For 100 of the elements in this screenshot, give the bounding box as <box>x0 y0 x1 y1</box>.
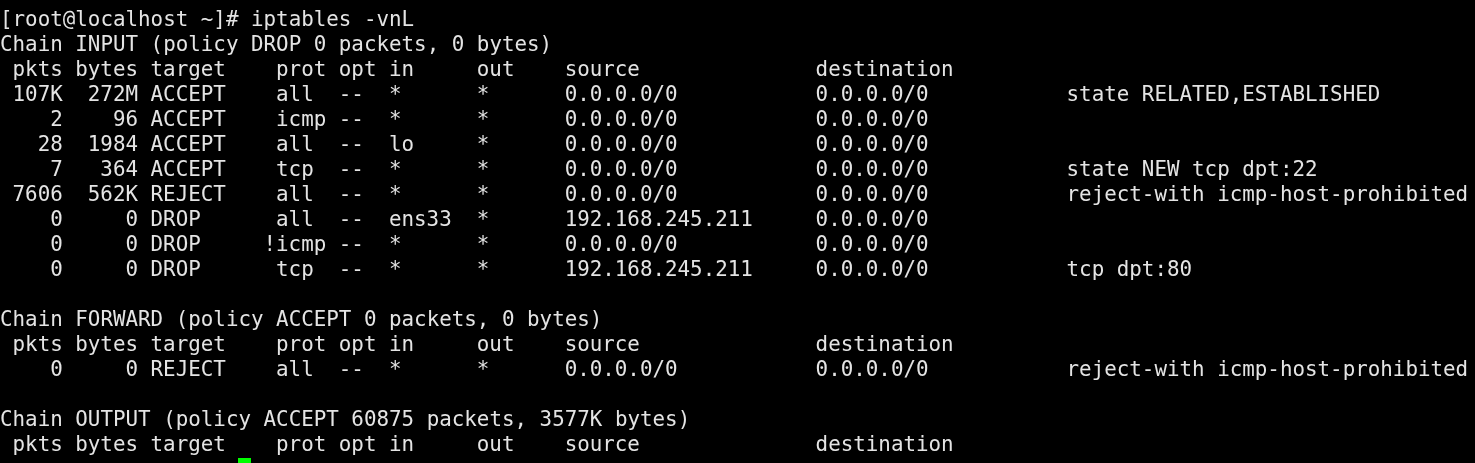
table-cell-text: !icmp <box>263 232 328 257</box>
table-cell-text: all <box>276 182 315 207</box>
table-cell-text: 0 <box>124 257 138 282</box>
column-header: opt <box>338 432 378 457</box>
table-cell-text: 0.0.0.0/0 <box>564 182 679 207</box>
column-header: source <box>564 432 641 457</box>
column-header: pkts <box>11 432 63 457</box>
table-cell-text: 7 <box>49 157 63 182</box>
table-cell-text: -- <box>338 207 365 232</box>
table-cell-text: * <box>388 82 403 107</box>
table-cell-text: 1984 <box>86 132 138 157</box>
table-cell-text: 2 <box>49 107 63 132</box>
table-cell-text: 0.0.0.0/0 <box>564 82 679 107</box>
table-cell-text: all <box>276 82 315 107</box>
table-cell-text: 0 <box>49 357 63 382</box>
table-cell-text: 0 <box>124 207 138 232</box>
table-cell-text: * <box>388 182 403 207</box>
table-cell-text: REJECT <box>150 182 227 207</box>
table-cell: state NEW tcp dpt:22 <box>1066 157 1318 182</box>
column-header: opt <box>338 332 378 357</box>
table-cell: state RELATED,ESTABLISHED <box>1066 82 1381 107</box>
table-cell-text: -- <box>338 107 365 132</box>
column-header: target <box>150 57 227 82</box>
table-cell-text: -- <box>338 82 365 107</box>
table-cell-text: * <box>476 82 491 107</box>
table-cell: reject-with icmp-host-prohibited <box>1066 182 1469 207</box>
table-cell-text: ACCEPT <box>150 107 227 132</box>
table-cell-text: -- <box>338 357 365 382</box>
column-header: prot <box>276 332 328 357</box>
table-cell-text: 272M <box>86 82 138 107</box>
column-header: destination <box>815 57 955 82</box>
table-cell-text: 0 <box>124 232 138 257</box>
column-header: out <box>476 332 516 357</box>
table-cell-text: * <box>388 232 403 257</box>
table-cell-text: * <box>476 207 491 232</box>
column-header: out <box>476 432 516 457</box>
table-cell-text: 0.0.0.0/0 <box>815 257 930 282</box>
table-cell-text: 107K <box>11 82 63 107</box>
table-cell: reject-with icmp-host-prohibited <box>1066 357 1469 382</box>
table-cell-text: lo <box>388 132 416 157</box>
table-cell-text: 0.0.0.0/0 <box>815 82 930 107</box>
table-cell-text: -- <box>338 132 365 157</box>
table-cell-text: ACCEPT <box>150 157 227 182</box>
table-cell-text: * <box>476 182 491 207</box>
column-header: in <box>388 432 416 457</box>
table-cell-text: -- <box>338 157 365 182</box>
chain-title: Chain FORWARD (policy ACCEPT 0 packets, 0 bytes) <box>0 307 603 332</box>
table-cell-text: all <box>276 357 315 382</box>
table-cell-text: 28 <box>36 132 63 157</box>
column-header: in <box>388 57 416 82</box>
column-header: in <box>388 332 416 357</box>
table-cell-text: * <box>476 357 491 382</box>
column-header: source <box>564 332 641 357</box>
chain-title: Chain OUTPUT (policy ACCEPT 60875 packets, 3577K bytes) <box>0 407 691 432</box>
table-cell-text: -- <box>338 257 365 282</box>
table-cell-text: 0 <box>124 357 138 382</box>
column-header: bytes <box>74 57 138 82</box>
table-cell-text: * <box>388 357 403 382</box>
chain-title: Chain INPUT (policy DROP 0 packets, 0 bytes) <box>0 32 553 57</box>
table-cell-text: * <box>476 232 491 257</box>
table-cell-text: ACCEPT <box>150 82 227 107</box>
table-cell-text: 364 <box>99 157 138 182</box>
table-cell-text: tcp <box>276 257 315 282</box>
table-cell-text: 0.0.0.0/0 <box>815 157 930 182</box>
column-header: bytes <box>74 432 138 457</box>
table-cell-text: 0 <box>49 232 63 257</box>
table-cell-text: ens33 <box>388 207 453 232</box>
table-cell: tcp dpt:80 <box>1066 257 1193 282</box>
table-cell-text: 0.0.0.0/0 <box>815 182 930 207</box>
command-line: [root@localhost ~]# iptables -vnL <box>0 7 415 32</box>
table-cell-text: 0.0.0.0/0 <box>815 232 930 257</box>
column-header: prot <box>276 432 328 457</box>
table-cell-text: * <box>476 157 491 182</box>
table-cell-text: * <box>476 132 491 157</box>
table-cell-text: 0.0.0.0/0 <box>564 157 679 182</box>
table-cell-text: 0.0.0.0/0 <box>564 232 679 257</box>
table-cell-text: 0 <box>49 207 63 232</box>
table-cell-text: tcp <box>276 157 315 182</box>
table-cell-text: ACCEPT <box>150 132 227 157</box>
table-cell-text: all <box>276 207 315 232</box>
table-cell-text: 0.0.0.0/0 <box>815 357 930 382</box>
table-cell-text: 562K <box>86 182 138 207</box>
table-cell-text: * <box>388 257 403 282</box>
table-cell-text: DROP <box>150 207 202 232</box>
table-cell-text: 0.0.0.0/0 <box>815 107 930 132</box>
column-header: destination <box>815 332 955 357</box>
column-header: prot <box>276 57 328 82</box>
table-cell-text: all <box>276 132 315 157</box>
column-header: target <box>150 332 227 357</box>
table-cell-text: 0.0.0.0/0 <box>564 132 679 157</box>
column-header: pkts <box>11 57 63 82</box>
table-cell-text: * <box>476 257 491 282</box>
table-cell-text: 192.168.245.211 <box>564 257 754 282</box>
table-cell-text: 96 <box>111 107 138 132</box>
table-cell-text: 192.168.245.211 <box>564 207 754 232</box>
table-cell-text: icmp <box>276 107 328 132</box>
column-header: opt <box>338 57 378 82</box>
table-cell-text: 0.0.0.0/0 <box>564 357 679 382</box>
table-cell-text: -- <box>338 182 365 207</box>
column-header: pkts <box>11 332 63 357</box>
